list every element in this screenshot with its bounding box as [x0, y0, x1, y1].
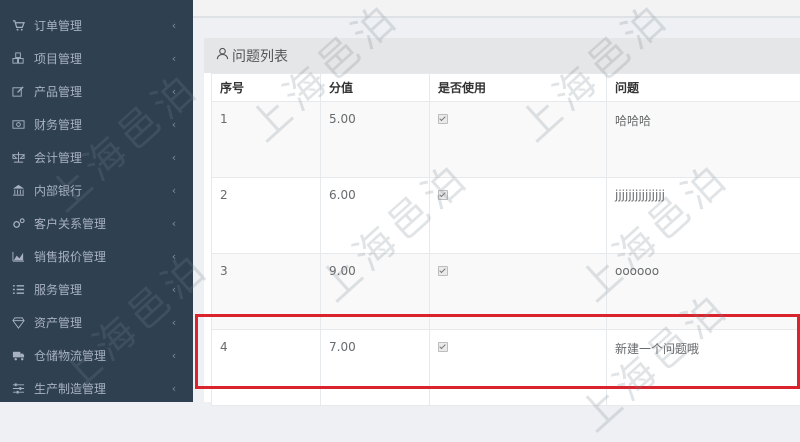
cell-used [430, 102, 607, 178]
sidebar-item-crm[interactable]: 客户关系管理 ‹ [0, 207, 193, 240]
main-content: 问题列表 序号 分值 是否使用 问题 1 5.00 哈哈哈 [193, 0, 800, 402]
sidebar-item-label: 项目管理 [34, 50, 169, 67]
table-row[interactable]: 2 6.00 jjjjjjjjjjjjjjj [212, 178, 800, 254]
sidebar-item-label: 内部银行 [34, 182, 169, 199]
chevron-left-icon: ‹ [169, 184, 179, 197]
chevron-left-icon: ‹ [169, 118, 179, 131]
sidebar-item-assets[interactable]: 资产管理 ‹ [0, 306, 193, 339]
cell-score: 5.00 [321, 102, 430, 178]
sidebar-item-label: 产品管理 [34, 83, 169, 100]
sidebar-item-label: 订单管理 [34, 17, 169, 34]
table-row[interactable]: 4 7.00 新建一个问题哦 [212, 330, 800, 406]
cell-seq: 2 [212, 178, 321, 254]
chevron-left-icon: ‹ [169, 250, 179, 263]
cell-used [430, 330, 607, 406]
cart-icon [11, 19, 25, 33]
sidebar-item-finance[interactable]: 财务管理 ‹ [0, 108, 193, 141]
sidebar-item-sales-quote[interactable]: 销售报价管理 ‹ [0, 240, 193, 273]
used-checkbox[interactable] [438, 190, 448, 200]
user-icon [216, 47, 232, 64]
sidebar-item-accounting[interactable]: 会计管理 ‹ [0, 141, 193, 174]
sidebar-item-manufacturing[interactable]: 生产制造管理 ‹ [0, 372, 193, 405]
cell-score: 7.00 [321, 330, 430, 406]
cell-question: 新建一个问题哦 [607, 330, 800, 406]
cogs-icon [11, 217, 25, 231]
chevron-left-icon: ‹ [169, 151, 179, 164]
cubes-icon [11, 52, 25, 66]
chevron-left-icon: ‹ [169, 217, 179, 230]
panel-title-text: 问题列表 [232, 46, 288, 66]
used-checkbox[interactable] [438, 266, 448, 276]
column-header-seq[interactable]: 序号 [212, 74, 321, 102]
top-bar [193, 0, 800, 18]
used-checkbox[interactable] [438, 342, 448, 352]
sidebar-item-label: 服务管理 [34, 281, 169, 298]
chevron-left-icon: ‹ [169, 349, 179, 362]
sliders-icon [11, 382, 25, 396]
panel-title: 问题列表 [204, 38, 800, 73]
sidebar-item-label: 客户关系管理 [34, 215, 169, 232]
money-icon [11, 118, 25, 132]
sidebar-item-label: 会计管理 [34, 149, 169, 166]
question-table: 序号 分值 是否使用 问题 1 5.00 哈哈哈 2 6.00 jjjjjj [211, 73, 800, 406]
sidebar-item-service[interactable]: 服务管理 ‹ [0, 273, 193, 306]
cell-seq: 4 [212, 330, 321, 406]
column-header-score[interactable]: 分值 [321, 74, 430, 102]
table-header-row: 序号 分值 是否使用 问题 [212, 74, 800, 102]
table-row[interactable]: 1 5.00 哈哈哈 [212, 102, 800, 178]
sidebar-item-products[interactable]: 产品管理 ‹ [0, 75, 193, 108]
diamond-icon [11, 316, 25, 330]
edit-icon [11, 85, 25, 99]
cell-question: jjjjjjjjjjjjjjj [607, 178, 800, 254]
question-list-panel: 问题列表 序号 分值 是否使用 问题 1 5.00 哈哈哈 [204, 38, 800, 402]
column-header-used[interactable]: 是否使用 [430, 74, 607, 102]
cell-seq: 3 [212, 254, 321, 330]
cell-used [430, 178, 607, 254]
sidebar-item-label: 资产管理 [34, 314, 169, 331]
sidebar-item-label: 财务管理 [34, 116, 169, 133]
chevron-left-icon: ‹ [169, 382, 179, 395]
chevron-left-icon: ‹ [169, 85, 179, 98]
sidebar-item-label: 生产制造管理 [34, 380, 169, 397]
table-row[interactable]: 3 9.00 oooooo [212, 254, 800, 330]
list-icon [11, 283, 25, 297]
area-chart-icon [11, 250, 25, 264]
column-header-question[interactable]: 问题 [607, 74, 800, 102]
sidebar-item-internal-bank[interactable]: 内部银行 ‹ [0, 174, 193, 207]
chevron-left-icon: ‹ [169, 52, 179, 65]
cell-seq: 1 [212, 102, 321, 178]
chevron-left-icon: ‹ [169, 283, 179, 296]
sidebar-item-projects[interactable]: 项目管理 ‹ [0, 42, 193, 75]
bank-icon [11, 184, 25, 198]
cell-score: 6.00 [321, 178, 430, 254]
sidebar-item-label: 仓储物流管理 [34, 347, 169, 364]
truck-icon [11, 349, 25, 363]
cell-question: oooooo [607, 254, 800, 330]
used-checkbox[interactable] [438, 114, 448, 124]
sidebar-item-orders[interactable]: 订单管理 ‹ [0, 9, 193, 42]
cell-score: 9.00 [321, 254, 430, 330]
cell-used [430, 254, 607, 330]
balance-scale-icon [11, 151, 25, 165]
chevron-left-icon: ‹ [169, 316, 179, 329]
chevron-left-icon: ‹ [169, 19, 179, 32]
sidebar-item-label: 销售报价管理 [34, 248, 169, 265]
cell-question: 哈哈哈 [607, 102, 800, 178]
sidebar: 订单管理 ‹ 项目管理 ‹ 产品管理 ‹ 财务管理 ‹ 会计管理 ‹ 内部银行 … [0, 0, 193, 402]
sidebar-item-warehouse[interactable]: 仓储物流管理 ‹ [0, 339, 193, 372]
